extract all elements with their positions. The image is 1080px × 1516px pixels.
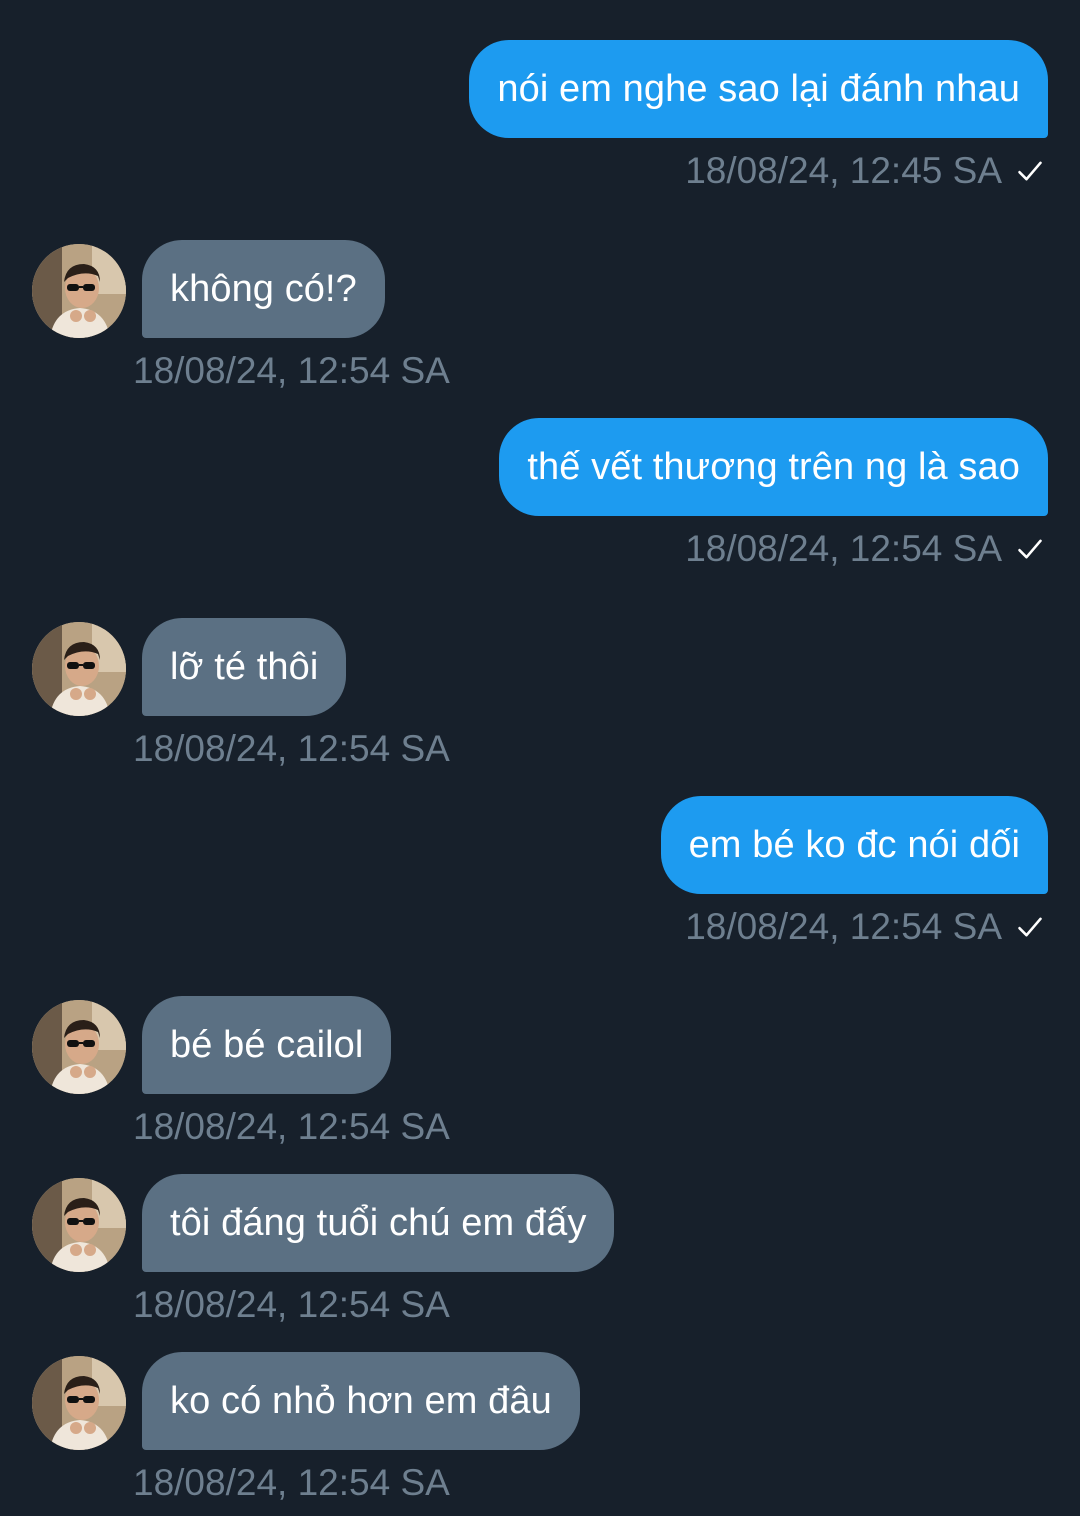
incoming-message-bubble[interactable]: tôi đáng tuổi chú em đấy bbox=[142, 1174, 615, 1272]
message-timestamp: 18/08/24, 12:54 SA bbox=[133, 1462, 450, 1504]
incoming-message-bubble[interactable]: không có!? bbox=[142, 240, 385, 338]
message-text: ko có nhỏ hơn em đâu bbox=[170, 1379, 552, 1422]
contact-avatar[interactable] bbox=[32, 1178, 126, 1272]
check-icon bbox=[1018, 161, 1042, 181]
message-text: em bé ko đc nói dối bbox=[688, 823, 1020, 866]
avatar-photo bbox=[32, 622, 126, 716]
timestamp-text: 18/08/24, 12:54 SA bbox=[133, 1106, 450, 1147]
avatar-photo bbox=[32, 1178, 126, 1272]
outgoing-message-bubble[interactable]: em bé ko đc nói dối bbox=[660, 796, 1048, 894]
message-text: tôi đáng tuổi chú em đấy bbox=[170, 1201, 587, 1244]
avatar-photo bbox=[32, 1356, 126, 1450]
message-timestamp: 18/08/24, 12:54 SA bbox=[133, 1284, 450, 1326]
message-text: không có!? bbox=[170, 267, 357, 310]
timestamp-text: 18/08/24, 12:54 SA bbox=[685, 906, 1002, 947]
incoming-message-bubble[interactable]: ko có nhỏ hơn em đâu bbox=[142, 1352, 580, 1450]
check-icon bbox=[1018, 539, 1042, 559]
outgoing-message-bubble[interactable]: thế vết thương trên ng là sao bbox=[499, 418, 1048, 516]
check-icon bbox=[1018, 917, 1042, 937]
timestamp-text: 18/08/24, 12:54 SA bbox=[133, 1462, 450, 1503]
outgoing-message-bubble[interactable]: nói em nghe sao lại đánh nhau bbox=[469, 40, 1048, 138]
conversation-thread[interactable]: nói em nghe sao lại đánh nhau 18/08/24, … bbox=[0, 0, 1080, 1516]
message-timestamp: 18/08/24, 12:54 SA bbox=[685, 528, 1044, 570]
avatar-photo bbox=[32, 244, 126, 338]
timestamp-text: 18/08/24, 12:45 SA bbox=[685, 150, 1002, 191]
message-timestamp: 18/08/24, 12:45 SA bbox=[685, 150, 1044, 192]
contact-avatar[interactable] bbox=[32, 244, 126, 338]
message-timestamp: 18/08/24, 12:54 SA bbox=[133, 1106, 450, 1148]
message-text: thế vết thương trên ng là sao bbox=[527, 445, 1020, 488]
timestamp-text: 18/08/24, 12:54 SA bbox=[133, 728, 450, 769]
message-text: lỡ té thôi bbox=[170, 645, 319, 688]
contact-avatar[interactable] bbox=[32, 1356, 126, 1450]
timestamp-text: 18/08/24, 12:54 SA bbox=[133, 350, 450, 391]
message-timestamp: 18/08/24, 12:54 SA bbox=[133, 350, 450, 392]
message-timestamp: 18/08/24, 12:54 SA bbox=[133, 728, 450, 770]
avatar-photo bbox=[32, 1000, 126, 1094]
message-timestamp: 18/08/24, 12:54 SA bbox=[685, 906, 1044, 948]
timestamp-text: 18/08/24, 12:54 SA bbox=[133, 1284, 450, 1325]
contact-avatar[interactable] bbox=[32, 622, 126, 716]
timestamp-text: 18/08/24, 12:54 SA bbox=[685, 528, 1002, 569]
incoming-message-bubble[interactable]: lỡ té thôi bbox=[142, 618, 347, 716]
message-text: bé bé cailol bbox=[170, 1023, 364, 1066]
message-text: nói em nghe sao lại đánh nhau bbox=[497, 67, 1020, 110]
contact-avatar[interactable] bbox=[32, 1000, 126, 1094]
incoming-message-bubble[interactable]: bé bé cailol bbox=[142, 996, 392, 1094]
